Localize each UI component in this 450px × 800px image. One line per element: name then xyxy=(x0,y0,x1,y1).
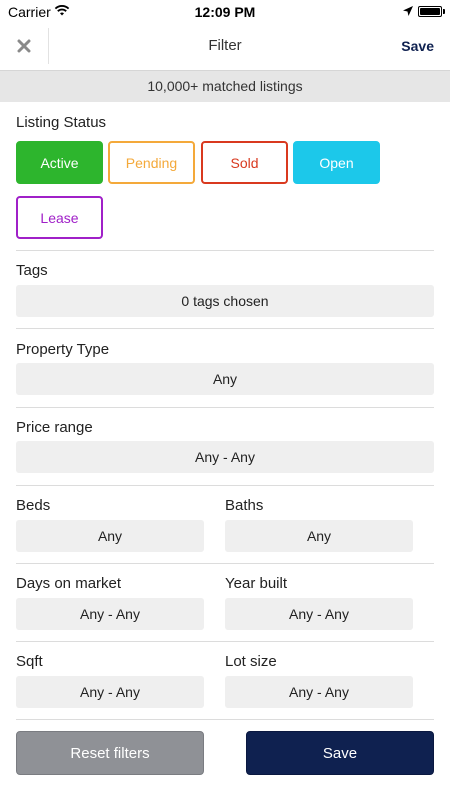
section-divider xyxy=(16,641,434,642)
days-on-market-label: Days on market xyxy=(16,575,122,592)
battery-tip xyxy=(443,9,445,14)
section-divider xyxy=(16,485,434,486)
property-type-label: Property Type xyxy=(16,341,110,358)
page-title: Filter xyxy=(208,37,242,54)
status-time: 12:09 PM xyxy=(194,4,256,20)
listing-status-label: Listing Status xyxy=(16,114,107,131)
status-chip-active[interactable]: Active xyxy=(16,141,103,184)
baths-selector[interactable]: Any xyxy=(225,520,413,552)
beds-label: Beds xyxy=(16,497,51,514)
section-divider xyxy=(16,719,434,720)
nav-save-button[interactable]: Save xyxy=(401,38,434,54)
matched-listings-banner: 10,000+ matched listings xyxy=(0,70,450,102)
lot-size-label: Lot size xyxy=(225,653,277,670)
location-arrow-icon xyxy=(403,6,413,16)
section-divider xyxy=(16,328,434,329)
property-type-selector[interactable]: Any xyxy=(16,363,434,395)
status-chip-pending[interactable]: Pending xyxy=(108,141,195,184)
price-range-selector[interactable]: Any - Any xyxy=(16,441,434,473)
section-divider xyxy=(16,563,434,564)
sqft-selector[interactable]: Any - Any xyxy=(16,676,204,708)
save-button[interactable]: Save xyxy=(246,731,434,775)
beds-selector[interactable]: Any xyxy=(16,520,204,552)
tags-label: Tags xyxy=(16,262,48,279)
battery-icon xyxy=(418,6,442,17)
year-built-label: Year built xyxy=(225,575,287,592)
status-chip-lease[interactable]: Lease xyxy=(16,196,103,239)
tags-selector[interactable]: 0 tags chosen xyxy=(16,285,434,317)
status-chip-open[interactable]: Open xyxy=(293,141,380,184)
price-range-label: Price range xyxy=(16,419,93,436)
reset-filters-button[interactable]: Reset filters xyxy=(16,731,204,775)
nav-bar: Filter Save xyxy=(0,24,450,70)
sqft-label: Sqft xyxy=(16,653,43,670)
baths-label: Baths xyxy=(225,497,264,514)
days-on-market-selector[interactable]: Any - Any xyxy=(16,598,204,630)
section-divider xyxy=(16,250,434,251)
year-built-selector[interactable]: Any - Any xyxy=(225,598,413,630)
status-bar: Carrier 12:09 PM xyxy=(0,0,450,24)
status-chip-sold[interactable]: Sold xyxy=(201,141,288,184)
section-divider xyxy=(16,407,434,408)
lot-size-selector[interactable]: Any - Any xyxy=(225,676,413,708)
